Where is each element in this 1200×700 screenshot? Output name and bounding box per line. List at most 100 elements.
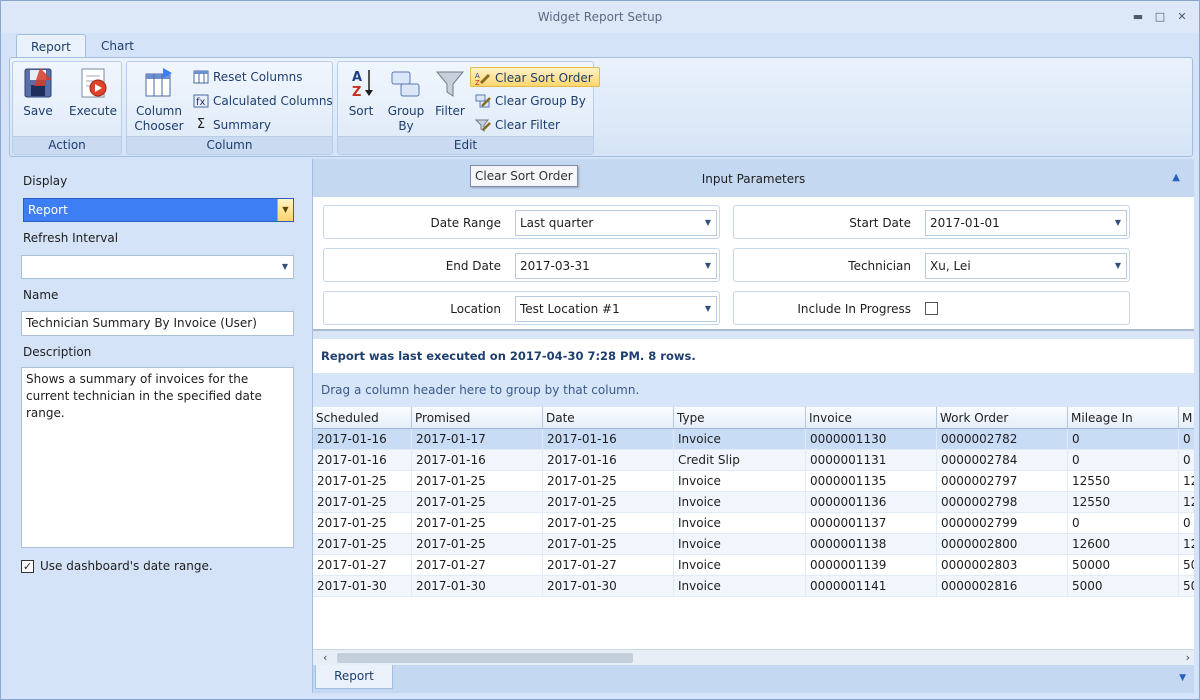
name-input[interactable]: Technician Summary By Invoice (User) <box>21 311 294 336</box>
use-dashboard-range-checkbox[interactable]: ✓ <box>21 560 34 573</box>
location-dropdown[interactable]: Test Location #1 ▼ <box>515 296 717 322</box>
summary-button[interactable]: Σ Summary <box>189 115 277 135</box>
input-parameters-body: Date Range Last quarter ▼ Start Date 201… <box>313 197 1194 329</box>
ribbon: Save Execute Action Column Chooser Reset… <box>9 57 1193 157</box>
tab-menu-chevron-down-icon[interactable]: ▼ <box>1179 673 1186 683</box>
table-row[interactable]: 2017-01-25 2017-01-25 2017-01-25 Invoice 000… <box>313 471 1194 492</box>
table-cell: 0000002798 <box>937 492 1068 513</box>
sort-button[interactable]: A Z Sort <box>342 66 380 119</box>
tab-chart[interactable]: Chart <box>87 34 148 58</box>
input-parameters-header[interactable]: Input Parameters Clear Sort Order ▲ <box>313 159 1194 197</box>
report-status-bar: Report was last executed on 2017-04-30 7… <box>313 339 1194 373</box>
table-cell: 0000001139 <box>806 555 937 576</box>
close-icon[interactable]: ✕ <box>1175 11 1189 23</box>
table-cell: 0 <box>1179 429 1194 450</box>
display-dropdown[interactable]: Report ▼ <box>23 198 294 222</box>
clear-sort-order-tooltip: Clear Sort Order <box>470 165 578 187</box>
technician-dropdown[interactable]: Xu, Lei ▼ <box>925 253 1127 279</box>
window-title: Widget Report Setup <box>537 10 663 24</box>
column-header[interactable]: Promised <box>412 407 543 429</box>
clear-filter-button[interactable]: Clear Filter <box>471 115 566 135</box>
technician-value: Xu, Lei <box>930 259 971 273</box>
start-date-value: 2017-01-01 <box>930 216 1000 230</box>
location-value: Test Location #1 <box>520 302 620 316</box>
column-header[interactable]: Date <box>543 407 674 429</box>
table-row[interactable]: 2017-01-30 2017-01-30 2017-01-30 Invoice 000… <box>313 576 1194 597</box>
calculator-icon: fx <box>193 94 209 108</box>
execute-button[interactable]: Execute <box>67 66 119 119</box>
end-date-dropdown[interactable]: 2017-03-31 ▼ <box>515 253 717 279</box>
refresh-interval-dropdown[interactable]: ▼ <box>21 255 294 279</box>
description-textarea[interactable]: Shows a summary of invoices for the curr… <box>21 367 294 548</box>
ribbon-group-edit-label: Edit <box>338 136 593 154</box>
table-cell: 0000001136 <box>806 492 937 513</box>
column-chooser-label: Column Chooser <box>134 104 184 133</box>
table-cell: 0 <box>1068 429 1179 450</box>
table-cell: 0000001141 <box>806 576 937 597</box>
table-cell: 2017-01-25 <box>412 534 543 555</box>
chevron-down-icon[interactable]: ▼ <box>277 256 293 278</box>
clear-sort-order-button[interactable]: AZ Clear Sort Order <box>470 67 600 87</box>
chevron-down-icon[interactable]: ▼ <box>1110 211 1126 235</box>
maximize-icon[interactable]: □ <box>1153 11 1167 23</box>
column-header[interactable]: M <box>1179 407 1194 429</box>
column-header[interactable]: Mileage In <box>1068 407 1179 429</box>
include-in-progress-param: Include In Progress <box>733 291 1130 325</box>
reset-columns-button[interactable]: Reset Columns <box>189 67 309 87</box>
chevron-down-icon[interactable]: ▼ <box>1110 254 1126 278</box>
table-cell: 12 <box>1179 534 1194 555</box>
table-row[interactable]: 2017-01-25 2017-01-25 2017-01-25 Invoice 000… <box>313 534 1194 555</box>
svg-text:A: A <box>352 70 362 85</box>
splitter[interactable] <box>313 329 1194 339</box>
location-label: Location <box>450 302 501 316</box>
table-cell: 2017-01-25 <box>313 471 412 492</box>
group-by-panel[interactable]: Drag a column header here to group by th… <box>313 373 1194 407</box>
chevron-down-icon[interactable]: ▼ <box>700 211 716 235</box>
scroll-right-icon[interactable]: › <box>1186 650 1190 665</box>
bottom-tab-report[interactable]: Report <box>315 665 393 689</box>
table-cell: 0000002784 <box>937 450 1068 471</box>
ribbon-group-column: Column Chooser Reset Columns fx Calculat… <box>126 61 333 155</box>
scroll-left-icon[interactable]: ‹ <box>323 650 327 665</box>
table-cell: Invoice <box>674 429 806 450</box>
chevron-down-icon[interactable]: ▼ <box>277 199 293 221</box>
filter-button[interactable]: Filter <box>430 66 470 119</box>
table-cell: 0 <box>1179 450 1194 471</box>
clear-group-by-button[interactable]: Clear Group By <box>471 91 592 111</box>
table-cell: 0000002800 <box>937 534 1068 555</box>
table-row[interactable]: 2017-01-16 2017-01-17 2017-01-16 Invoice 000… <box>313 429 1194 450</box>
table-row[interactable]: 2017-01-25 2017-01-25 2017-01-25 Invoice 000… <box>313 492 1194 513</box>
column-chooser-icon <box>143 66 175 100</box>
save-label: Save <box>23 104 53 118</box>
column-header[interactable]: Scheduled <box>313 407 412 429</box>
tab-report[interactable]: Report <box>16 34 86 58</box>
table-cell: 50000 <box>1068 555 1179 576</box>
table-row[interactable]: 2017-01-16 2017-01-16 2017-01-16 Credit Sli… <box>313 450 1194 471</box>
collapse-up-icon[interactable]: ▲ <box>1172 172 1180 183</box>
column-header[interactable]: Invoice <box>806 407 937 429</box>
table-row[interactable]: 2017-01-27 2017-01-27 2017-01-27 Invoice 000… <box>313 555 1194 576</box>
minimize-icon[interactable]: ▬ <box>1131 11 1145 23</box>
date-range-dropdown[interactable]: Last quarter ▼ <box>515 210 717 236</box>
scroll-thumb[interactable] <box>337 653 633 663</box>
save-button[interactable]: Save <box>17 66 59 119</box>
group-by-button[interactable]: Group By <box>384 66 428 134</box>
calculated-columns-button[interactable]: fx Calculated Columns <box>189 91 339 111</box>
table-row[interactable]: 2017-01-25 2017-01-25 2017-01-25 Invoice 000… <box>313 513 1194 534</box>
start-date-dropdown[interactable]: 2017-01-01 ▼ <box>925 210 1127 236</box>
date-range-param: Date Range Last quarter ▼ <box>323 205 720 239</box>
table-cell: 2017-01-16 <box>412 450 543 471</box>
sort-az-icon: A Z <box>345 66 377 100</box>
group-by-label: Group By <box>387 104 425 133</box>
column-header[interactable]: Work Order <box>937 407 1068 429</box>
column-chooser-button[interactable]: Column Chooser <box>133 66 185 134</box>
column-header[interactable]: Type <box>674 407 806 429</box>
chevron-down-icon[interactable]: ▼ <box>700 297 716 321</box>
horizontal-scrollbar[interactable]: ‹ › <box>313 649 1194 665</box>
table-cell: 0000001131 <box>806 450 937 471</box>
chevron-down-icon[interactable]: ▼ <box>700 254 716 278</box>
include-in-progress-checkbox[interactable] <box>925 302 938 315</box>
table-cell: 2017-01-16 <box>313 450 412 471</box>
location-param: Location Test Location #1 ▼ <box>323 291 720 325</box>
table-cell: 0000002803 <box>937 555 1068 576</box>
